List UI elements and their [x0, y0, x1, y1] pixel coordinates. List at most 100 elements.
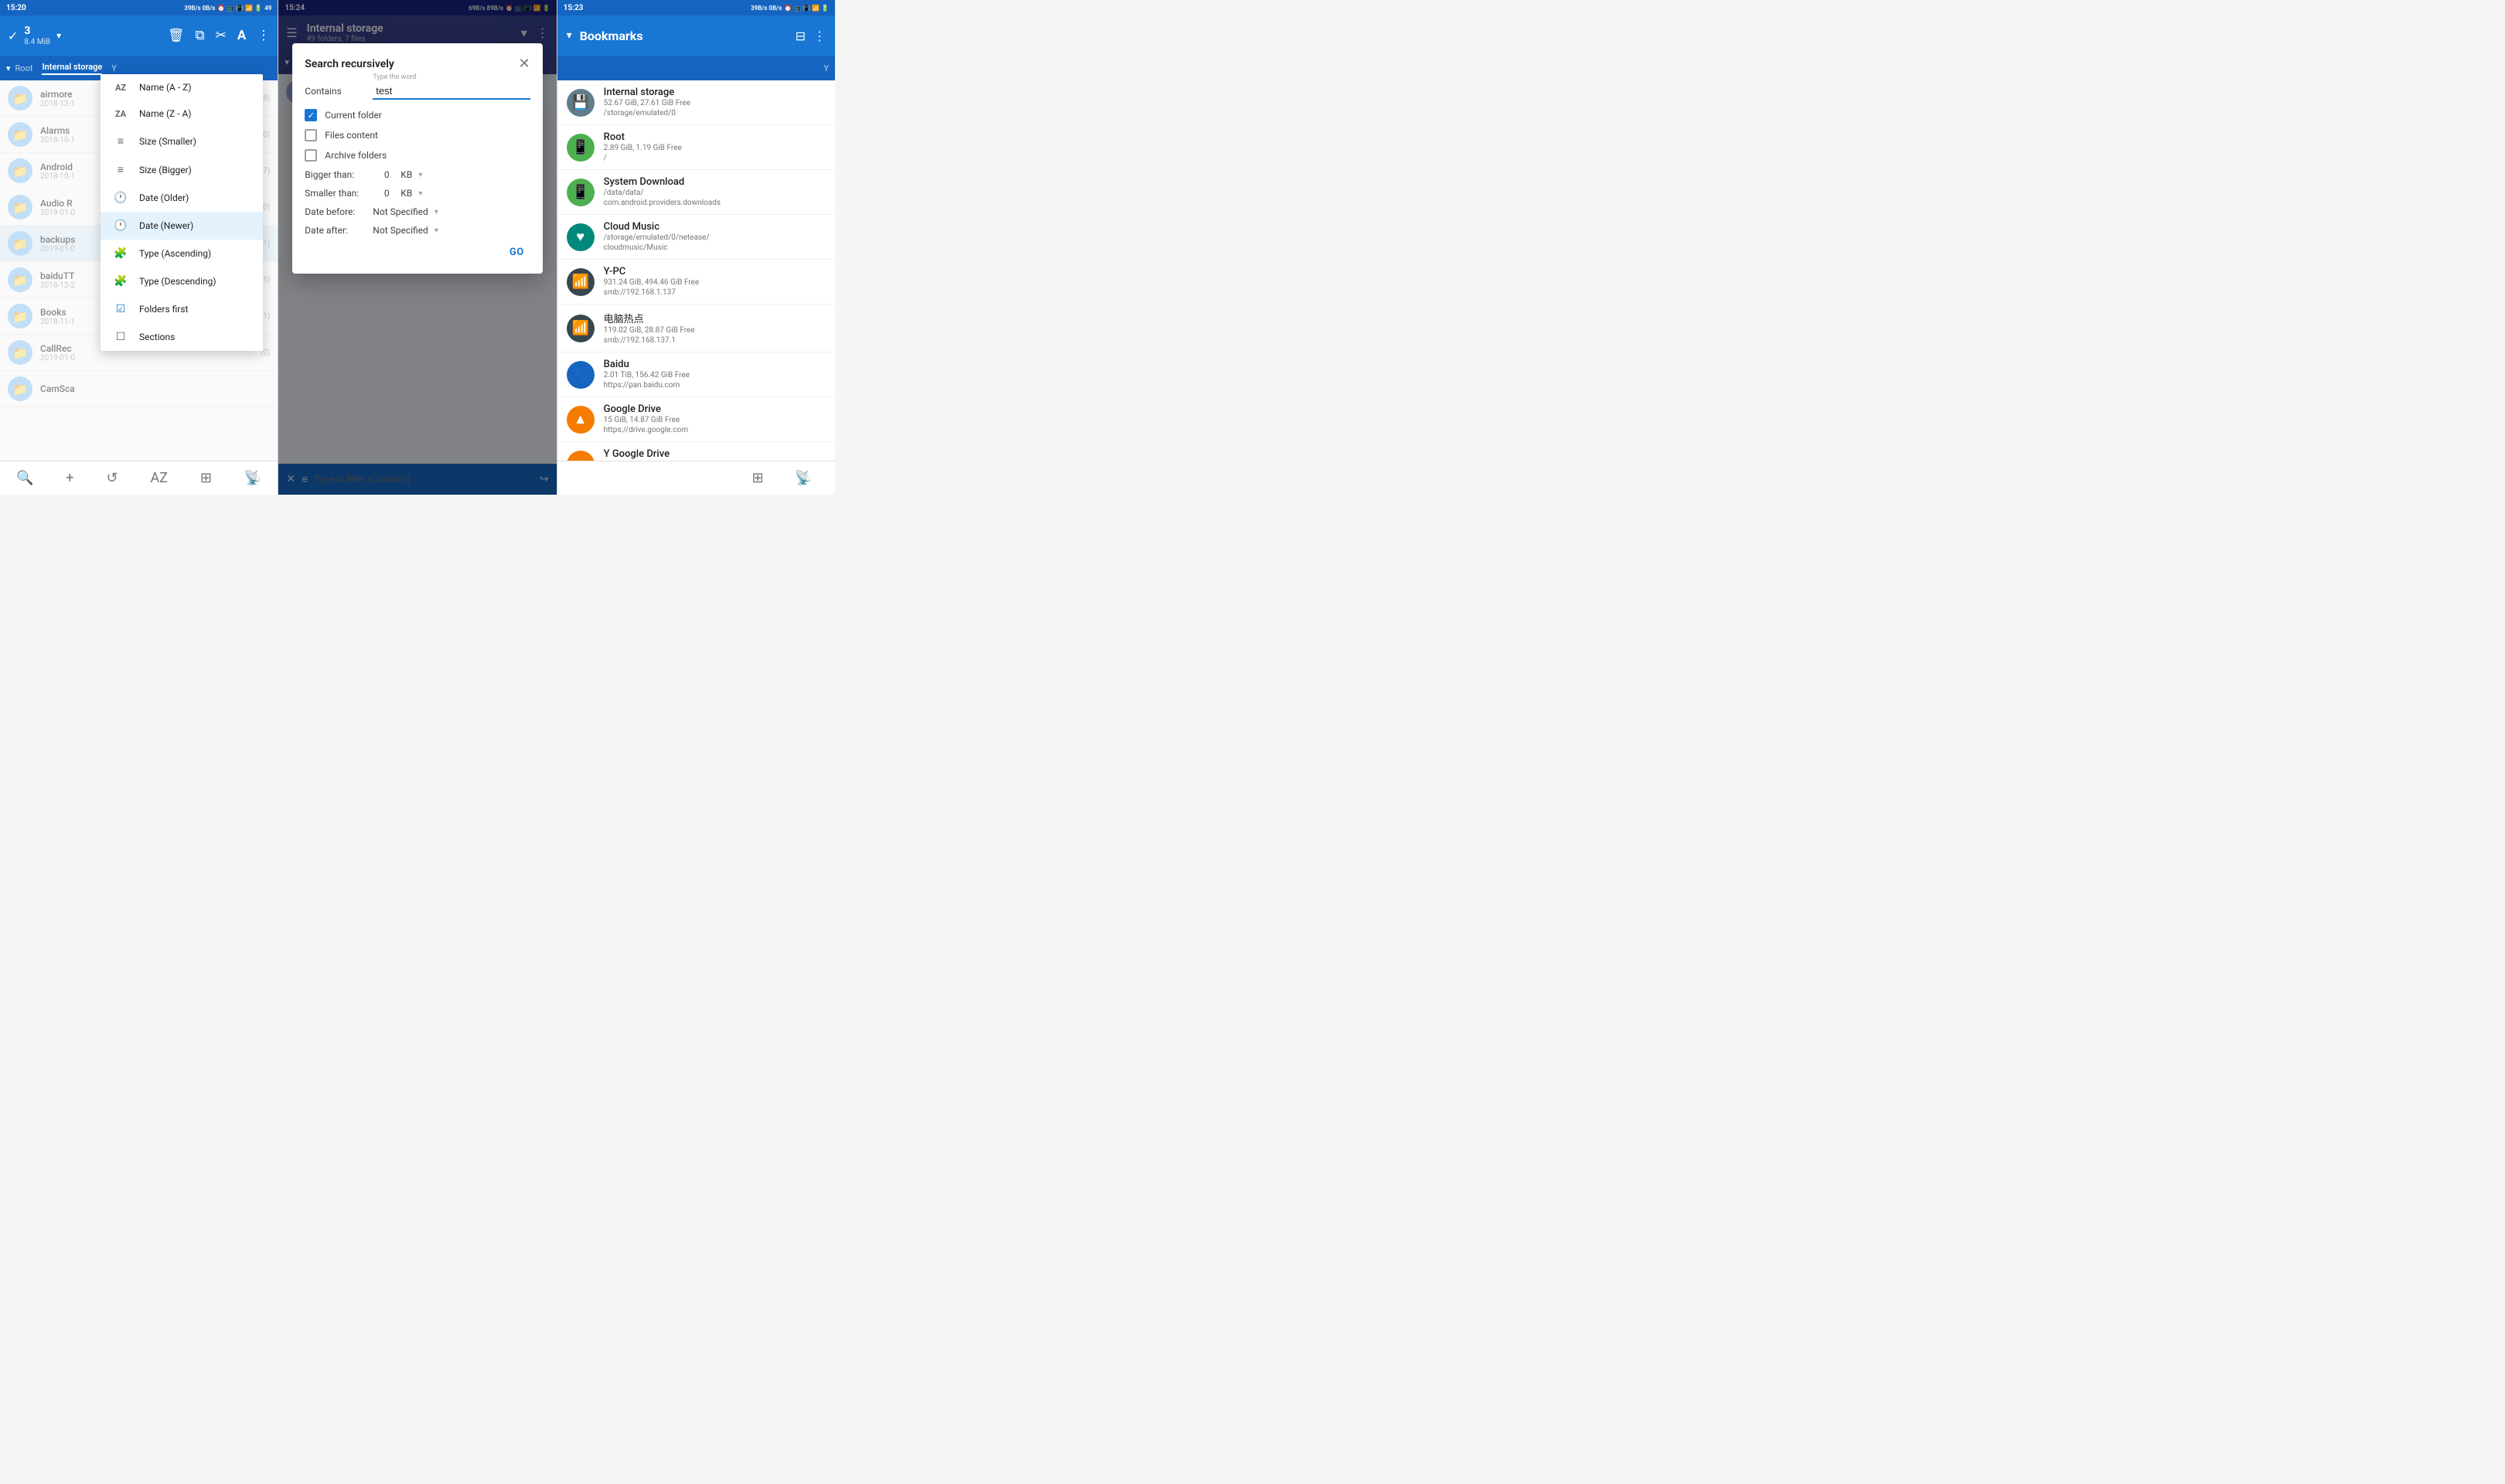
- wifi-icon-3[interactable]: 📡: [787, 467, 820, 489]
- crumb-root[interactable]: Root: [15, 63, 33, 73]
- crumb-internal[interactable]: Internal storage: [42, 62, 102, 75]
- crumb-y[interactable]: Y: [111, 63, 117, 73]
- date-after-dropdown-icon[interactable]: ▾: [435, 226, 438, 235]
- bookmark-item[interactable]: ▲ Google Drive 15 GiB, 14.87 GiB Freehtt…: [557, 397, 835, 442]
- date-before-row: Date before: Not Specified ▾: [305, 206, 530, 217]
- dialog-title: Search recursively: [305, 58, 394, 70]
- bookmark-icon: 📱: [567, 179, 595, 206]
- bookmark-item[interactable]: 📶 Y-PC 931.24 GiB, 494.46 GiB Freesmb://…: [557, 260, 835, 305]
- bookmark-item[interactable]: 📶 电脑热点 119.02 GiB, 28.87 GiB Freesmb://1…: [557, 305, 835, 352]
- file-item[interactable]: 📁 CamSca: [0, 371, 278, 407]
- date-before-dropdown-icon[interactable]: ▾: [435, 208, 438, 216]
- folder-icon: 📁: [8, 231, 32, 256]
- status-icons-3: 39B/s 0B/s ⏰ 📺 📳 📶 🔋: [751, 5, 829, 12]
- bookmark-name: Root: [604, 131, 826, 143]
- contains-row: Contains Type the word: [305, 83, 530, 100]
- grid-icon[interactable]: ⊞: [193, 467, 220, 489]
- copy-icon[interactable]: ⧉: [196, 28, 205, 43]
- sort-item-label: Folders first: [139, 304, 188, 315]
- sort-item[interactable]: ≡Size (Bigger): [101, 155, 263, 184]
- checkbox-archive-folders-box[interactable]: [305, 149, 317, 162]
- sort-az-icon: AZ: [113, 83, 128, 93]
- sort-item-label: Type (Descending): [139, 276, 216, 287]
- filter-bookmarks-icon[interactable]: ⊟: [796, 29, 806, 43]
- bookmark-item[interactable]: 💾 Internal storage 52.67 GiB, 27.61 GiB …: [557, 80, 835, 125]
- bookmark-item[interactable]: ♥ Cloud Music /storage/emulated/0/neteas…: [557, 215, 835, 260]
- sort-item[interactable]: 🕐Date (Newer): [101, 212, 263, 240]
- sort-item[interactable]: ≡Size (Smaller): [101, 127, 263, 155]
- bookmarks-dropdown-icon[interactable]: ▾: [567, 29, 572, 42]
- sort-item-label: Name (Z - A): [139, 108, 192, 119]
- bookmark-item[interactable]: 📱 Root 2.89 GiB, 1.19 GiB Free/: [557, 125, 835, 170]
- bigger-than-dropdown-icon[interactable]: ▾: [418, 171, 422, 179]
- sort-item[interactable]: 🧩Type (Ascending): [101, 240, 263, 267]
- sort-item[interactable]: ☑Folders first: [101, 295, 263, 323]
- bigger-than-unit: KB: [400, 169, 412, 180]
- add-icon[interactable]: +: [58, 467, 81, 489]
- bookmark-name: Y Google Drive: [604, 448, 826, 460]
- sort-item[interactable]: 🕐Date (Older): [101, 184, 263, 212]
- dropdown-arrow-icon[interactable]: ▾: [56, 30, 61, 41]
- panel-bookmarks: 15:23 39B/s 0B/s ⏰ 📺 📳 📶 🔋 ▾ Bookmarks ⊟…: [557, 0, 835, 495]
- wifi-icon[interactable]: 📡: [237, 467, 269, 489]
- bookmark-icon: ♥: [567, 223, 595, 251]
- toolbar-1: ✓ 3 8.4 MiB ▾ 🗑 ⧉ ✂ A ⋮: [0, 15, 278, 56]
- more-options-icon[interactable]: ⋮: [257, 28, 270, 43]
- bookmark-item[interactable]: 📱 System Download /data/data/com.android…: [557, 170, 835, 215]
- contains-label: Contains: [305, 86, 366, 97]
- bookmark-icon: 💾: [567, 89, 595, 117]
- folder-icon: 📁: [8, 304, 32, 328]
- sort-item-label: Name (A - Z): [139, 82, 192, 93]
- checkbox-archive-folders[interactable]: Archive folders: [305, 149, 530, 162]
- bookmark-detail: 119.02 GiB, 28.87 GiB Freesmb://192.168.…: [604, 325, 826, 345]
- folder-icon: 📁: [8, 340, 32, 365]
- sort-item[interactable]: ZAName (Z - A): [101, 100, 263, 127]
- contains-input-wrap: Type the word: [373, 83, 530, 100]
- bottom-bar-3: ⊞ 📡: [557, 461, 835, 495]
- close-dialog-icon[interactable]: ✕: [519, 56, 530, 72]
- sort-item[interactable]: 🧩 Type (Descending): [101, 267, 263, 295]
- contains-input[interactable]: [373, 83, 530, 100]
- bookmark-name: Google Drive: [604, 403, 826, 415]
- refresh-icon[interactable]: ↺: [98, 467, 125, 489]
- delete-icon[interactable]: 🗑: [168, 28, 185, 43]
- checkbox-files-content-box[interactable]: [305, 129, 317, 141]
- status-icons-1: 39B/s 0B/s ⏰ 📺 📳 📶 🔋 49: [184, 5, 271, 12]
- bookmark-detail: 52.67 GiB, 27.61 GiB Free/storage/emulat…: [604, 98, 826, 118]
- toolbar-3: ▾ Bookmarks ⊟ ⋮: [557, 15, 835, 56]
- time-3: 15:23: [564, 4, 584, 12]
- date-before-label: Date before:: [305, 206, 366, 217]
- sort-item[interactable]: AZ Name (A - Z): [101, 74, 263, 100]
- checkbox-current-folder[interactable]: ✓ Current folder: [305, 109, 530, 121]
- text-format-icon[interactable]: A: [237, 28, 246, 43]
- bookmark-detail: 15 GiB, 14.87 GiB Freehttps://drive.goog…: [604, 415, 826, 435]
- folder-icon: 📁: [8, 158, 32, 183]
- bookmark-icon: ▲: [567, 406, 595, 434]
- bookmark-name: Internal storage: [604, 87, 826, 98]
- bookmark-icon: 📶: [567, 315, 595, 342]
- bookmark-item[interactable]: ▲ Y Google Drive 15 GiB, 15.00 GiB Freeh…: [557, 442, 835, 461]
- search-icon[interactable]: 🔍: [9, 467, 41, 489]
- bookmark-item[interactable]: 🐾 Baidu 2.01 TiB, 156.42 GiB Freehttps:/…: [557, 352, 835, 397]
- go-button[interactable]: GO: [503, 243, 530, 261]
- checkbox-current-folder-box[interactable]: ✓: [305, 109, 317, 121]
- grid-icon-3[interactable]: ⊞: [744, 467, 771, 489]
- checkbox-current-folder-label: Current folder: [325, 110, 381, 121]
- sort-type-icon: 🧩: [113, 275, 128, 288]
- sort-icon[interactable]: AZ: [142, 467, 176, 489]
- bookmark-detail: 2.01 TiB, 156.42 GiB Freehttps://pan.bai…: [604, 370, 826, 390]
- crumb-y-3[interactable]: Y: [823, 63, 829, 73]
- bigger-than-value: 0: [379, 169, 394, 180]
- smaller-than-dropdown-icon[interactable]: ▾: [418, 189, 422, 198]
- search-dialog-overlay: Search recursively ✕ Contains Type the w…: [278, 0, 556, 495]
- sort-item[interactable]: ☐Sections: [101, 323, 263, 351]
- sort-type-icon: 🧩: [113, 247, 128, 260]
- check-icon[interactable]: ✓: [8, 29, 18, 43]
- chevron-down-icon[interactable]: ▾: [6, 63, 11, 73]
- cut-icon[interactable]: ✂: [216, 28, 227, 43]
- checkbox-archive-folders-label: Archive folders: [325, 150, 387, 161]
- more-bookmarks-icon[interactable]: ⋮: [813, 29, 826, 43]
- checkbox-files-content[interactable]: Files content: [305, 129, 530, 141]
- panel-search: 15:24 69B/s 89B/s ⏰ 📺 📳 📶 🔋 ☰ Internal s…: [278, 0, 556, 495]
- status-bar-3: 15:23 39B/s 0B/s ⏰ 📺 📳 📶 🔋: [557, 0, 835, 15]
